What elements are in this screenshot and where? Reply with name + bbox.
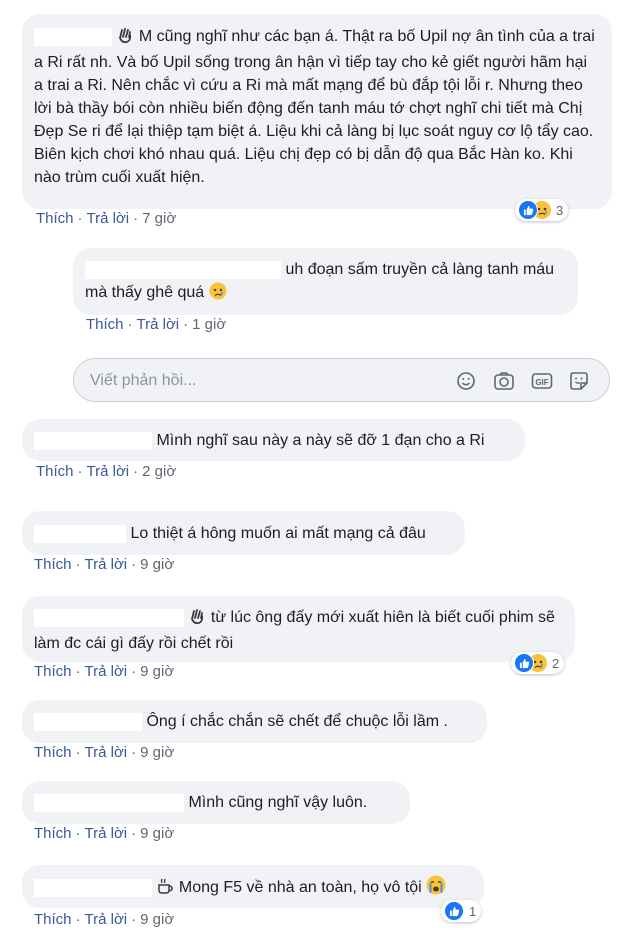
reply-link[interactable]: Trả lời [87,463,130,480]
redacted-username[interactable] [34,524,126,543]
comment-actions: Thích · Trả lời · 9 giờ [34,744,175,761]
sticker-icon[interactable] [567,369,591,393]
emoji-picker-icon[interactable] [454,369,478,393]
comment-text: Ông í chắc chắn sẽ chết để chuộc lỗi lầm… [146,713,448,730]
comment-actions: Thích · Trả lời · 9 giờ [34,556,175,573]
reaction-summary[interactable]: 1 [441,900,482,922]
comment-actions: Thích · Trả lời · 7 giờ [36,210,177,227]
comment-bubble: Mình nghĩ sau này a này sẽ đỡ 1 đạn cho … [22,419,525,461]
reply-link[interactable]: Trả lời [85,825,128,842]
like-reaction-icon [514,653,534,673]
comment-bubble: Ông í chắc chắn sẽ chết để chuộc lỗi lầm… [22,700,487,743]
reply-link[interactable]: Trả lời [85,663,128,680]
reply-input[interactable] [88,369,432,393]
comment-bubble: từ lúc ông đấy mới xuất hiên là biết cuố… [22,596,575,662]
comment-actions: Thích · Trả lời · 1 giờ [86,316,227,333]
sad-face-emoji-icon [209,282,227,307]
reply-link[interactable]: Trả lời [137,316,180,333]
redacted-username[interactable] [34,431,152,450]
comment-bubble: Mình cũng nghĩ vậy luôn. [22,781,410,824]
redacted-username[interactable] [34,27,112,46]
timestamp[interactable]: 9 giờ [140,556,174,573]
timestamp[interactable]: 2 giờ [142,463,176,480]
reaction-summary[interactable]: 2 [511,652,565,674]
crying-face-emoji-icon [426,875,446,902]
redacted-username[interactable] [34,878,152,897]
reply-bubble: uh đoạn sấm truyền cả làng tanh máu mà t… [73,248,578,315]
svg-text:GIF: GIF [535,378,548,387]
comment-actions: Thích · Trả lời · 9 giờ [34,825,175,842]
comment-text: M cũng nghĩ như các bạn á. Thật ra bố Up… [34,28,595,186]
reply-link[interactable]: Trả lời [85,556,128,573]
comment-text: Mình cũng nghĩ vậy luôn. [188,794,368,811]
comment-text: Mình nghĩ sau này a này sẽ đỡ 1 đạn cho … [156,432,485,449]
waving-hand-icon [116,26,134,51]
comment-text: Mong F5 về nhà an toàn, họ vô tội [178,879,422,896]
hot-beverage-icon [156,877,174,902]
like-link[interactable]: Thích [34,825,72,842]
comment-text: Lo thiệt á hông muốn ai mất mạng cả đâu [130,525,426,542]
comment-bubble: M cũng nghĩ như các bạn á. Thật ra bố Up… [22,14,612,209]
reaction-count: 1 [469,903,477,919]
like-reaction-icon [444,901,464,921]
timestamp[interactable]: 1 giờ [192,316,226,333]
like-link[interactable]: Thích [34,911,72,928]
like-link[interactable]: Thích [34,744,72,761]
redacted-username[interactable] [85,260,281,279]
waving-hand-icon [188,607,206,632]
like-link[interactable]: Thích [36,463,74,480]
reply-link[interactable]: Trả lời [85,744,128,761]
comment-actions: Thích · Trả lời · 2 giờ [36,463,177,480]
like-link[interactable]: Thích [86,316,124,333]
redacted-username[interactable] [34,793,184,812]
comment-actions: Thích · Trả lời · 9 giờ [34,911,175,928]
like-reaction-icon [518,200,538,220]
like-link[interactable]: Thích [36,210,74,227]
reaction-count: 2 [552,655,560,671]
timestamp[interactable]: 9 giờ [140,911,174,928]
redacted-username[interactable] [34,712,142,731]
like-link[interactable]: Thích [34,663,72,680]
comment-bubble: Lo thiệt á hông muốn ai mất mạng cả đâu [22,511,465,555]
reply-link[interactable]: Trả lời [85,911,128,928]
comment-bubble: Mong F5 về nhà an toàn, họ vô tội [22,865,484,908]
like-link[interactable]: Thích [34,556,72,573]
reaction-summary[interactable]: 3 [515,199,569,221]
redacted-username[interactable] [34,608,184,627]
reply-input-box[interactable]: GIF [73,358,610,402]
timestamp[interactable]: 9 giờ [140,744,174,761]
gif-icon[interactable]: GIF [530,369,554,393]
reply-link[interactable]: Trả lời [87,210,130,227]
timestamp[interactable]: 7 giờ [142,210,176,227]
timestamp[interactable]: 9 giờ [140,825,174,842]
reaction-count: 3 [556,202,564,218]
comment-actions: Thích · Trả lời · 9 giờ [34,663,175,680]
camera-icon[interactable] [492,369,516,393]
timestamp[interactable]: 9 giờ [140,663,174,680]
